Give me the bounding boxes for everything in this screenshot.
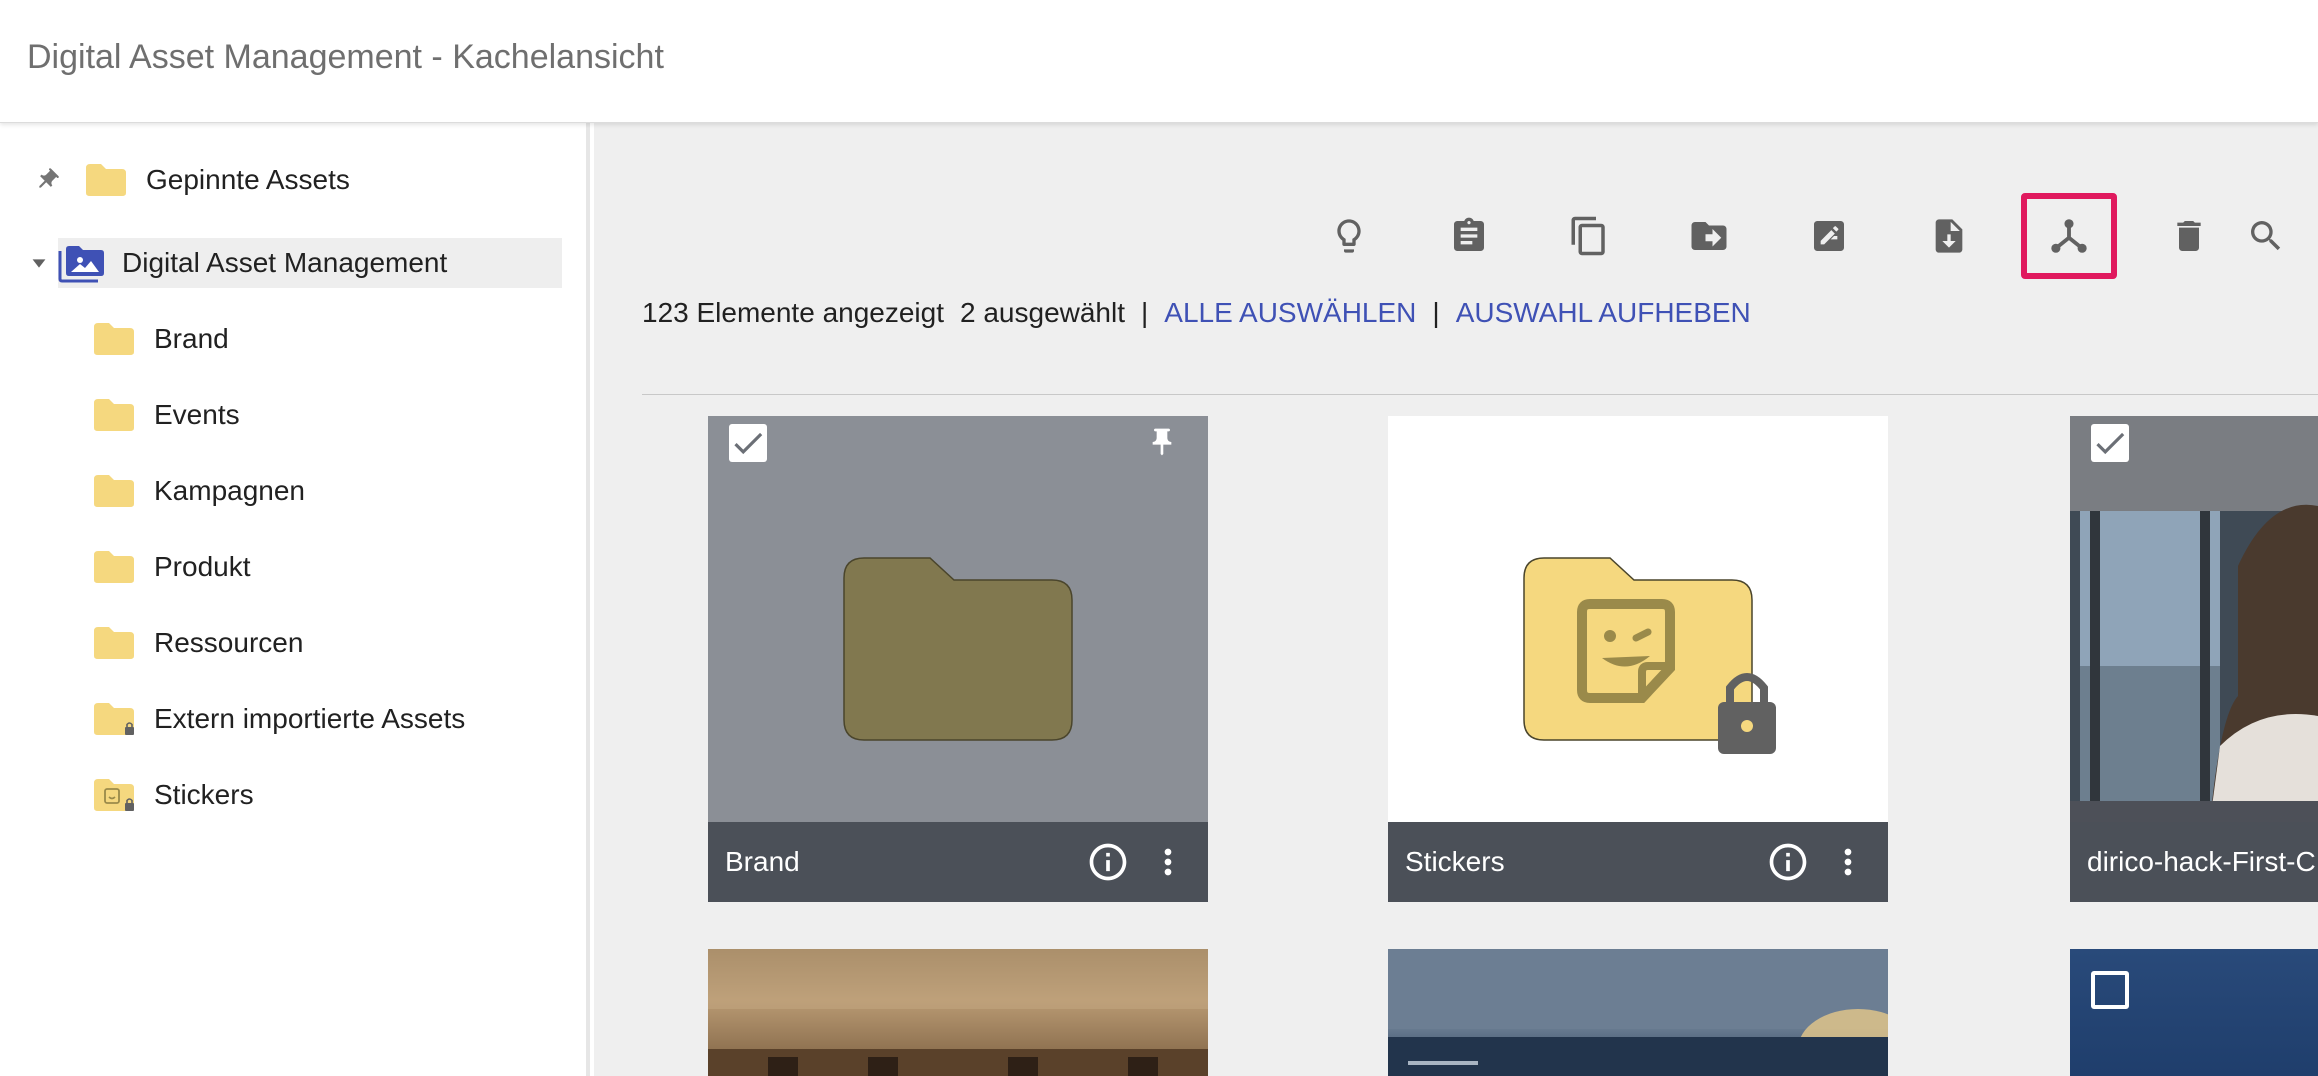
folder-icon — [86, 164, 126, 196]
delete-icon — [2177, 221, 2201, 251]
pin-icon — [39, 168, 59, 188]
tile-name: Brand — [725, 846, 800, 877]
sidebar-item-produkt[interactable]: Produkt — [92, 542, 251, 592]
locked-folder-icon — [94, 703, 134, 735]
sidebar-item-events[interactable]: Events — [92, 390, 240, 440]
separator: | — [1432, 297, 1440, 328]
download-file-icon — [1935, 219, 1963, 253]
sidebar-item-label: Digital Asset Management — [122, 247, 448, 278]
info-button[interactable] — [1078, 832, 1138, 892]
tile-checkbox[interactable] — [2091, 424, 2129, 462]
folder-icon — [843, 557, 1073, 741]
asset-tile-stickers[interactable]: Stickers — [1388, 416, 1888, 902]
tile-footer: Stickers — [1388, 822, 1888, 902]
sidebar-item-brand[interactable]: Brand — [92, 314, 229, 364]
more-vert-icon — [1164, 848, 1172, 876]
info-icon — [1089, 843, 1127, 881]
more-vert-icon — [1844, 848, 1852, 876]
check-icon — [2096, 432, 2125, 455]
folder-icon — [94, 475, 134, 507]
more-button[interactable] — [1818, 832, 1878, 892]
main-content: 123 Elemente angezeigt 2 ausgewählt | AL… — [594, 123, 2318, 1076]
check-icon — [734, 432, 763, 455]
sidebar-item-label: Produkt — [154, 551, 251, 582]
sidebar-item-root[interactable]: Digital Asset Management — [32, 238, 562, 288]
sidebar-item-label: Kampagnen — [154, 475, 306, 506]
info-button[interactable] — [1758, 832, 1818, 892]
share-button[interactable] — [2021, 193, 2117, 279]
move-folder-icon — [1691, 222, 1727, 250]
folder-icon — [94, 627, 134, 659]
search-button[interactable] — [2246, 193, 2318, 279]
info-icon — [1769, 843, 1807, 881]
tile-footer: Brand — [708, 822, 1208, 902]
sidebar-item-label: Events — [154, 399, 240, 430]
tile-checkbox[interactable] — [729, 424, 767, 462]
more-button[interactable] — [1138, 832, 1198, 892]
idea-button[interactable] — [1301, 193, 1397, 279]
share-icon — [2051, 219, 2087, 253]
asset-tile-photo[interactable]: dirico-hack-First-C — [2070, 416, 2318, 902]
pin-icon[interactable] — [1146, 426, 1178, 458]
asset-tile-brand[interactable]: Brand — [708, 416, 1208, 902]
tile-name: dirico-hack-First-C — [2087, 846, 2316, 877]
separator: | — [1141, 297, 1149, 328]
photo-thumbnail — [708, 949, 1208, 1076]
folder-icon — [94, 399, 134, 431]
sidebar-item-extern-importierte-assets[interactable]: Extern importierte Assets — [92, 694, 465, 744]
sidebar-item-stickers[interactable]: Stickers — [92, 770, 254, 820]
copy-button[interactable] — [1541, 193, 1637, 279]
asset-tile-image[interactable] — [708, 949, 1208, 1076]
move-button[interactable] — [1661, 193, 1757, 279]
sidebar-tree: Gepinnte Assets Digital Asset Management… — [0, 123, 590, 1076]
sidebar-item-kampagnen[interactable]: Kampagnen — [92, 466, 305, 516]
sidebar-item-label: Extern importierte Assets — [154, 703, 466, 734]
search-icon — [2251, 221, 2281, 251]
sidebar-item-pinned-assets[interactable]: Gepinnte Assets — [34, 155, 350, 205]
clipboard-button[interactable] — [1421, 193, 1517, 279]
app-header: Digital Asset Management - Kachelansicht — [0, 0, 2318, 123]
asset-tile-image[interactable] — [2070, 949, 2318, 1076]
folder-icon — [94, 323, 134, 355]
caret-down-icon[interactable] — [28, 252, 50, 274]
tile-name: Stickers — [1405, 846, 1505, 877]
delete-button[interactable] — [2141, 193, 2237, 279]
edit-icon — [1814, 221, 1844, 251]
items-selected-count: 2 ausgewählt — [960, 297, 1126, 328]
photo-thumbnail — [2070, 416, 2318, 822]
photo-thumbnail — [1388, 949, 1888, 1076]
sidebar-item-label: Ressourcen — [154, 627, 304, 658]
page-title: Digital Asset Management - Kachelansicht — [27, 38, 664, 76]
image-library-icon — [58, 246, 104, 283]
sticker-folder-icon — [94, 779, 134, 811]
clipboard-icon — [1454, 217, 1484, 251]
sidebar-item-ressourcen[interactable]: Ressourcen — [92, 618, 303, 668]
asset-tile-image[interactable] — [1388, 949, 1888, 1076]
copy-icon — [1571, 216, 1605, 256]
divider — [642, 394, 2318, 395]
selection-status: 123 Elemente angezeigt 2 ausgewählt | AL… — [642, 297, 1751, 329]
sidebar-item-label: Stickers — [154, 779, 254, 810]
sidebar-item-label: Brand — [154, 323, 229, 354]
download-button[interactable] — [1901, 193, 1997, 279]
sidebar-item-label: Gepinnte Assets — [146, 164, 350, 195]
sticker-folder-icon — [1523, 557, 1776, 754]
clear-selection-link[interactable]: AUSWAHL AUFHEBEN — [1456, 297, 1751, 329]
tile-footer: dirico-hack-First-C — [2070, 822, 2318, 902]
select-all-link[interactable]: ALLE AUSWÄHLEN — [1164, 297, 1416, 329]
tile-checkbox[interactable] — [2091, 971, 2129, 1009]
items-shown-count: 123 Elemente angezeigt — [642, 297, 944, 328]
folder-icon — [94, 551, 134, 583]
lightbulb-icon — [1337, 219, 1361, 253]
edit-button[interactable] — [1781, 193, 1877, 279]
